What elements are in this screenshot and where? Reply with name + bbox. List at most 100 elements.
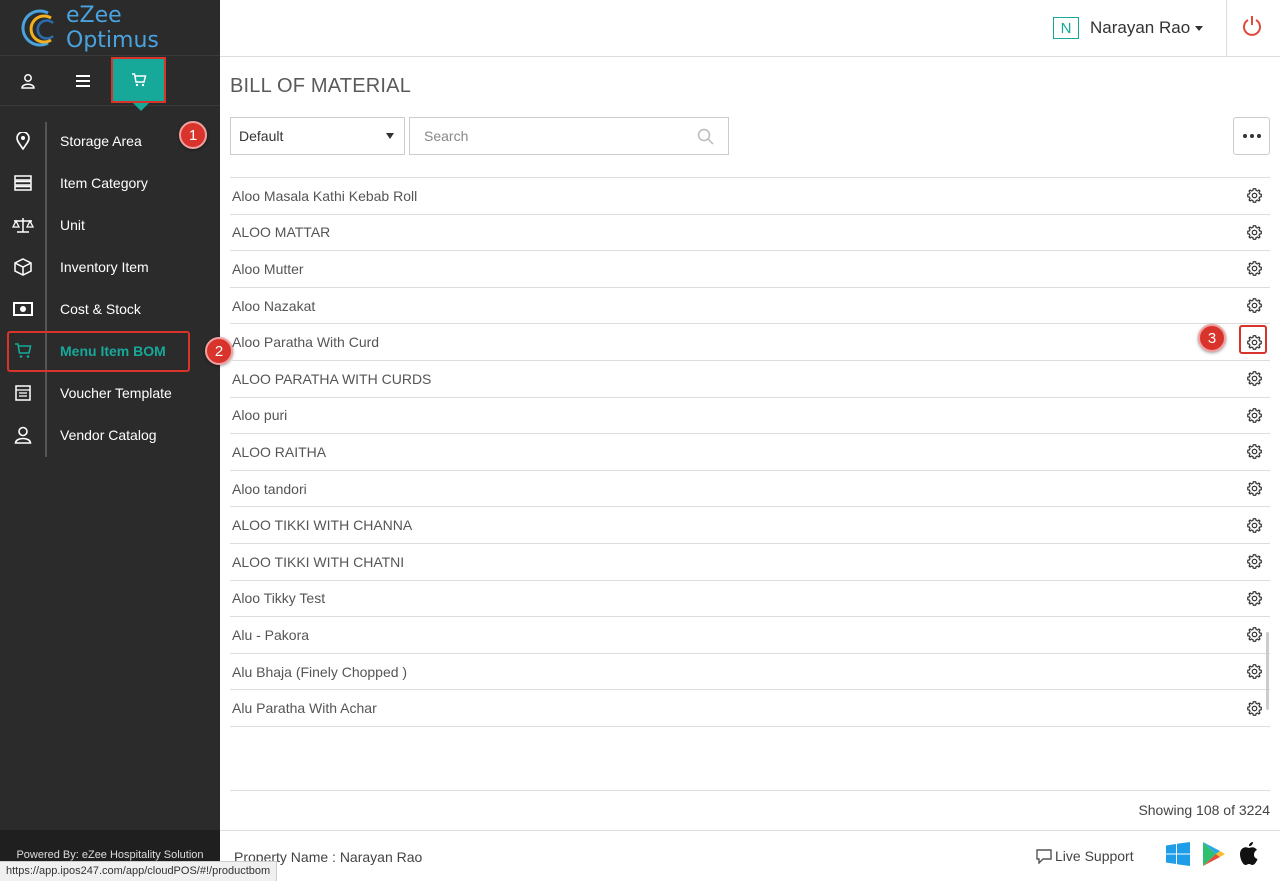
list-item[interactable]: ALOO TIKKI WITH CHATNI <box>230 544 1270 581</box>
logout-button[interactable] <box>1242 15 1262 42</box>
sidebar-item-cost-stock[interactable]: Cost & Stock <box>0 288 220 330</box>
location-pin-icon <box>15 132 30 150</box>
list-item[interactable]: Alu Bhaja (Finely Chopped ) <box>230 654 1270 691</box>
app-store-links <box>1166 841 1260 867</box>
list-icon <box>13 175 32 191</box>
user-avatar[interactable]: N <box>1053 17 1079 39</box>
windows-icon[interactable] <box>1166 842 1190 866</box>
sidebar-item-label: Storage Area <box>60 133 142 149</box>
list-item[interactable]: Aloo Tikky Test <box>230 581 1270 618</box>
inventory-tab[interactable] <box>111 57 166 111</box>
sidebar-item-voucher-template[interactable]: Voucher Template <box>0 372 220 414</box>
gear-icon[interactable] <box>1246 444 1262 460</box>
sidebar-item-label: Menu Item BOM <box>60 343 166 359</box>
sidebar-item-label: Voucher Template <box>60 385 172 401</box>
list-item[interactable]: Aloo puri <box>230 398 1270 435</box>
gear-icon[interactable] <box>1246 224 1262 240</box>
sidebar-item-unit[interactable]: Unit <box>0 204 220 246</box>
list-item-name: Alu Paratha With Achar <box>232 700 377 717</box>
google-play-icon[interactable] <box>1202 841 1226 867</box>
gear-icon[interactable] <box>1246 407 1262 423</box>
list-item[interactable]: Alu - Pakora <box>230 617 1270 654</box>
sidebar-item-label: Unit <box>60 217 85 233</box>
gear-icon[interactable] <box>1246 261 1262 277</box>
list-item-name: Aloo puri <box>232 407 288 424</box>
list-item-name: ALOO RAITHA <box>232 443 327 460</box>
list-item[interactable]: Alu Paratha With Achar <box>230 690 1270 727</box>
gear-icon[interactable] <box>1246 664 1262 680</box>
gear-icon[interactable] <box>1246 371 1262 387</box>
sidebar-item-vendor-catalog[interactable]: Vendor Catalog <box>0 414 220 456</box>
gear-icon[interactable] <box>1246 298 1262 314</box>
menu-tab[interactable] <box>55 56 110 106</box>
list-item[interactable]: Aloo Paratha With Curd <box>230 324 1270 361</box>
list-item-name: Aloo Paratha With Curd <box>232 334 380 351</box>
annotation-badge-3: 3 <box>1198 324 1226 352</box>
list-footer-divider <box>230 790 1270 791</box>
sidebar: eZee Optimus 1 Storage Area Item Categor… <box>0 0 233 881</box>
gear-highlight <box>1239 325 1267 354</box>
gear-icon[interactable] <box>1246 517 1262 533</box>
list-item-name: Aloo Nazakat <box>232 297 316 314</box>
user-name[interactable]: Narayan Rao <box>1090 18 1190 38</box>
list-item[interactable]: Aloo Masala Kathi Kebab Roll <box>230 178 1270 215</box>
gear-icon[interactable] <box>1246 627 1262 643</box>
gear-icon[interactable] <box>1246 188 1262 204</box>
top-header: N Narayan Rao <box>220 0 1280 57</box>
apple-icon[interactable] <box>1238 841 1260 867</box>
list-item[interactable]: Aloo Mutter <box>230 251 1270 288</box>
list-item-name: Alu Bhaja (Finely Chopped ) <box>232 663 408 680</box>
list-item[interactable]: ALOO RAITHA <box>230 434 1270 471</box>
gear-icon[interactable] <box>1246 590 1262 606</box>
filter-select[interactable]: Default <box>230 117 405 155</box>
page-title: BILL OF MATERIAL <box>230 75 412 97</box>
list-item[interactable]: Aloo Nazakat <box>230 288 1270 325</box>
sidebar-item-inventory-item[interactable]: Inventory Item <box>0 246 220 288</box>
list-item-name: Aloo Masala Kathi Kebab Roll <box>232 187 418 204</box>
logo[interactable]: eZee Optimus <box>0 0 220 56</box>
live-support-label: Live Support <box>1055 848 1134 864</box>
sidebar-item-label: Cost & Stock <box>60 301 141 317</box>
more-options-button[interactable] <box>1233 117 1270 155</box>
money-icon <box>12 302 33 316</box>
list-item[interactable]: ALOO TIKKI WITH CHANNA <box>230 507 1270 544</box>
profile-tab[interactable] <box>0 56 55 106</box>
list-item[interactable]: ALOO MATTAR <box>230 215 1270 252</box>
power-icon <box>1243 16 1261 36</box>
list-item-name: ALOO MATTAR <box>232 224 331 241</box>
annotation-badge-2: 2 <box>205 337 233 365</box>
header-divider <box>1226 0 1227 57</box>
list-item[interactable]: ALOO PARATHA WITH CURDS <box>230 361 1270 398</box>
cart-icon <box>14 343 31 358</box>
scale-icon <box>11 218 34 233</box>
box-icon <box>13 258 32 276</box>
caret-down-icon <box>386 133 394 139</box>
logo-text: eZee Optimus <box>66 2 159 53</box>
sidebar-item-label: Item Category <box>60 175 148 191</box>
list-item-name: Aloo tandori <box>232 480 307 497</box>
search-input[interactable] <box>410 118 680 154</box>
search-box[interactable] <box>409 117 729 155</box>
scrollbar-thumb[interactable] <box>1266 632 1269 710</box>
bom-list: Aloo Masala Kathi Kebab Roll ALOO MATTAR A… <box>230 177 1270 727</box>
chat-icon <box>1036 848 1052 864</box>
sidebar-nav: Storage Area Item Category Unit Inventor… <box>0 120 233 456</box>
list-item-name: Aloo Tikky Test <box>232 590 326 607</box>
list-item-name: ALOO PARATHA WITH CURDS <box>232 370 432 387</box>
list-item-name: Aloo Mutter <box>232 260 304 277</box>
gear-icon[interactable] <box>1246 481 1262 497</box>
status-bar-url: https://app.ipos247.com/app/cloudPOS/#!/… <box>0 861 278 881</box>
gear-icon[interactable] <box>1246 554 1262 570</box>
sidebar-item-storage-area[interactable]: Storage Area <box>0 120 220 162</box>
sidebar-item-menu-item-bom[interactable]: Menu Item BOM 2 <box>0 330 233 372</box>
template-icon <box>14 385 31 401</box>
live-support-link[interactable]: Live Support <box>1036 848 1134 864</box>
gear-icon[interactable] <box>1246 700 1262 716</box>
search-icon[interactable] <box>697 128 714 145</box>
list-item[interactable]: Aloo tandori <box>230 471 1270 508</box>
showing-count: Showing 108 of 3224 <box>1138 802 1270 818</box>
footer: Property Name : Narayan Rao Live Support <box>220 830 1280 881</box>
sidebar-item-label: Vendor Catalog <box>60 427 157 443</box>
sidebar-item-item-category[interactable]: Item Category <box>0 162 220 204</box>
chevron-down-icon[interactable] <box>1195 26 1203 31</box>
